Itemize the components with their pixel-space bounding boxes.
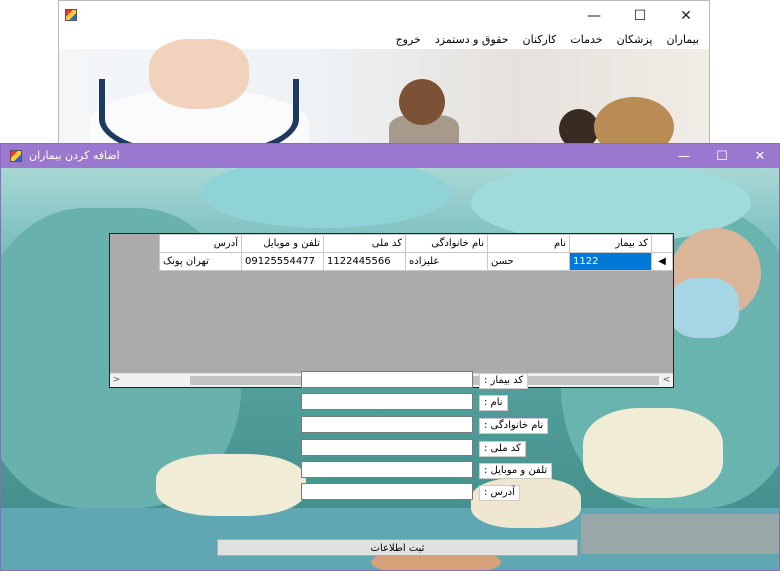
surgery-background-image: کد بیمار نام نام خانوادگی کد ملی تلفن و …	[1, 168, 779, 570]
main-window: — ☐ ✕ بیماران پزشکان خدمات کارکنان حقوق …	[58, 0, 710, 150]
row-header-corner	[651, 234, 673, 253]
table-row[interactable]: ◀ 1122 حسن علیزاده 1122445566 0912555447…	[159, 252, 673, 271]
menu-exit[interactable]: خروج	[396, 31, 421, 49]
banner-image	[59, 39, 709, 149]
patient-code-input[interactable]	[301, 371, 473, 388]
maximize-icon[interactable]: ☐	[703, 144, 741, 168]
patients-table: کد بیمار نام نام خانوادگی کد ملی تلفن و …	[159, 234, 673, 271]
row-indicator-icon[interactable]: ◀	[651, 252, 673, 271]
table-cell[interactable]: تهران پونک	[159, 252, 242, 271]
column-header[interactable]: تلفن و موبایل	[241, 234, 324, 253]
national-id-input[interactable]	[301, 439, 473, 456]
patient-code-label: کد بیمار :	[479, 373, 529, 389]
first-name-input[interactable]	[301, 393, 473, 410]
address-label: آدرس :	[479, 485, 520, 501]
main-window-controls: — ☐ ✕	[571, 1, 709, 31]
dialog-window-controls: — ☐ ✕	[665, 144, 779, 168]
last-name-label: نام خانوادگی :	[479, 418, 549, 434]
menu-payroll[interactable]: حقوق و دستمزد	[435, 31, 509, 49]
menu-patients[interactable]: بیماران	[666, 31, 699, 49]
background-person-head	[399, 79, 445, 125]
phone-label: تلفن و موبایل :	[479, 463, 553, 479]
minimize-icon[interactable]: —	[665, 144, 703, 168]
submit-button[interactable]: ثبت اطلاعات	[217, 539, 578, 556]
main-titlebar: — ☐ ✕	[59, 1, 709, 31]
maximize-icon[interactable]: ☐	[617, 1, 663, 31]
menu-doctors[interactable]: پزشکان	[617, 31, 653, 49]
app-icon	[10, 150, 22, 162]
glove-shape	[583, 408, 723, 498]
table-cell[interactable]: 09125554477	[241, 252, 324, 271]
patients-grid[interactable]: کد بیمار نام نام خانوادگی کد ملی تلفن و …	[109, 233, 674, 388]
menu-bar: بیماران پزشکان خدمات کارکنان حقوق و دستم…	[59, 31, 709, 49]
surgical-mask-shape	[669, 278, 739, 338]
column-header[interactable]: کد بیمار	[569, 234, 652, 253]
app-icon	[65, 9, 77, 21]
scroll-left-icon[interactable]: <	[110, 374, 123, 387]
column-header[interactable]: نام خانوادگی	[405, 234, 488, 253]
scroll-right-icon[interactable]: >	[660, 374, 673, 387]
menu-staff[interactable]: کارکنان	[523, 31, 557, 49]
column-header[interactable]: نام	[487, 234, 570, 253]
table-cell[interactable]: حسن	[487, 252, 570, 271]
surgical-cap-shape	[201, 168, 451, 228]
table-header-row: کد بیمار نام نام خانوادگی کد ملی تلفن و …	[159, 234, 673, 253]
dialog-titlebar: اضافه کردن بیماران — ☐ ✕	[1, 144, 779, 168]
dialog-title: اضافه کردن بیماران	[29, 149, 120, 162]
close-icon[interactable]: ✕	[741, 144, 779, 168]
instrument-tray-shape	[581, 514, 779, 554]
phone-input[interactable]	[301, 461, 473, 478]
table-cell[interactable]: علیزاده	[405, 252, 488, 271]
table-cell[interactable]: 1122	[569, 252, 652, 271]
minimize-icon[interactable]: —	[571, 1, 617, 31]
last-name-input[interactable]	[301, 416, 473, 433]
stethoscope-shape	[99, 79, 299, 149]
close-icon[interactable]: ✕	[663, 1, 709, 31]
national-id-label: کد ملی :	[479, 441, 526, 457]
column-header[interactable]: کد ملی	[323, 234, 406, 253]
address-input[interactable]	[301, 483, 473, 500]
add-patient-dialog: اضافه کردن بیماران — ☐ ✕ کد بیمار نام نا…	[0, 143, 780, 571]
column-header[interactable]: آدرس	[159, 234, 242, 253]
table-cell[interactable]: 1122445566	[323, 252, 406, 271]
menu-services[interactable]: خدمات	[570, 31, 602, 49]
first-name-label: نام :	[479, 395, 508, 411]
glove-shape	[156, 454, 306, 516]
